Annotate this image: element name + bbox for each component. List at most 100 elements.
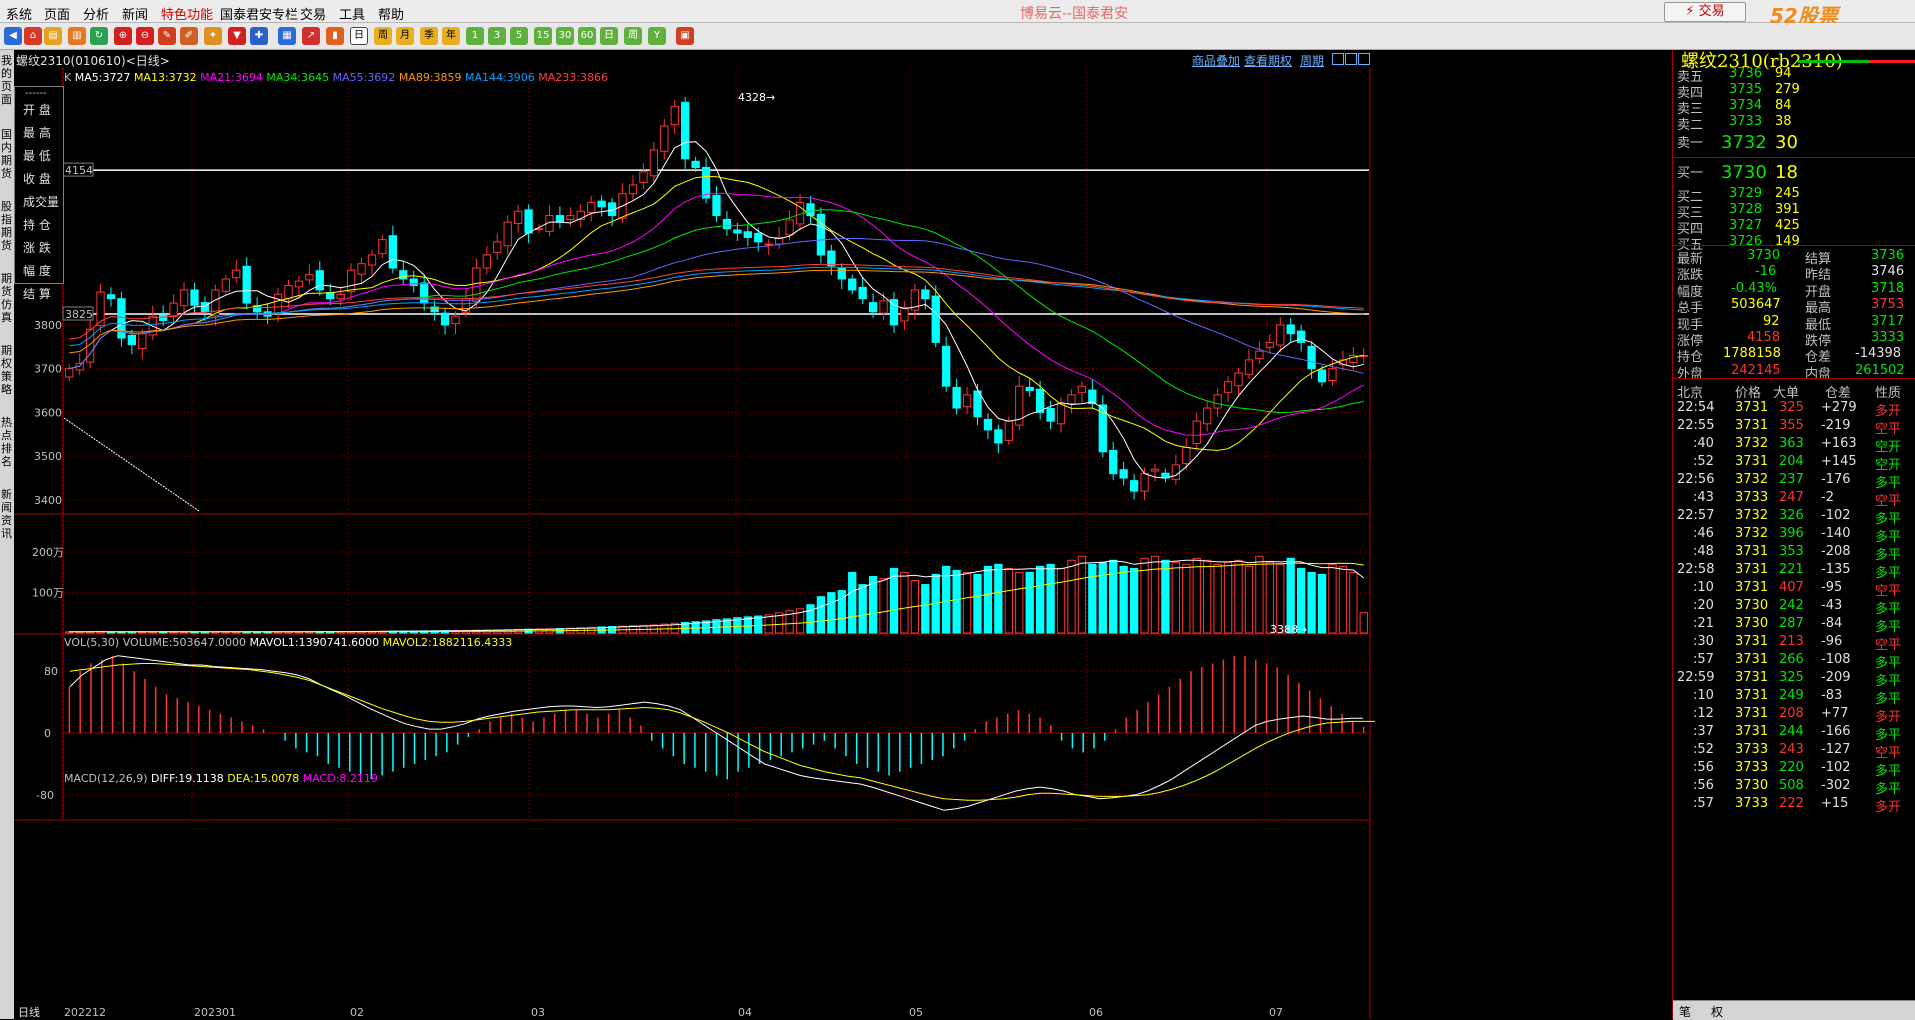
paint-icon[interactable]: ✦: [204, 27, 222, 45]
volume-bar: [900, 571, 909, 634]
filter-icon[interactable]: ▼: [228, 27, 246, 45]
candle-body: [1046, 407, 1055, 422]
brush-icon[interactable]: ✐: [180, 27, 198, 45]
menu-tools[interactable]: 工具: [339, 4, 365, 23]
x-tick-label: 04: [738, 1006, 752, 1019]
window-close-icon[interactable]: [1358, 53, 1370, 65]
candle-body: [597, 200, 606, 208]
candle-body: [232, 269, 241, 279]
volume-bar: [1025, 571, 1034, 634]
menu-news[interactable]: 新闻: [122, 4, 148, 23]
tick-row: :20 3730 242 -43 多平: [1693, 598, 1902, 617]
trade-button[interactable]: ⚡ 交易: [1664, 2, 1746, 22]
x-tick-label: 03: [531, 1006, 545, 1019]
tab-rights[interactable]: 权: [1711, 1003, 1723, 1020]
min1-icon[interactable]: 1: [466, 27, 484, 45]
candle-body: [388, 235, 398, 269]
candle-body: [1213, 394, 1222, 409]
kline-chart[interactable]: 3800 3700 3600 3500 3400 4154 3825 200万 100万 80…: [14, 68, 1670, 1019]
link-overlay[interactable]: 商品叠加: [1192, 52, 1240, 69]
candle-body: [1255, 350, 1264, 360]
tab-futures-sim[interactable]: 期货仿真: [1, 272, 13, 324]
candle-body: [649, 149, 659, 177]
menu-analysis[interactable]: 分析: [83, 4, 109, 23]
zoom-in-icon[interactable]: ⊕: [114, 27, 132, 45]
candle-body: [179, 289, 189, 307]
table-icon[interactable]: ▦: [278, 27, 296, 45]
menu-help[interactable]: 帮助: [378, 4, 404, 23]
tick-row: 22:58 3731 221 -135 多平: [1677, 562, 1902, 581]
zoom-out-icon[interactable]: ⊖: [136, 27, 154, 45]
back-icon[interactable]: ◀: [4, 27, 22, 45]
menu-trade[interactable]: 交易: [300, 4, 326, 23]
tab-my-page[interactable]: 我的页面: [1, 54, 13, 106]
month-period-icon[interactable]: 月: [396, 27, 414, 45]
high-annotation: 4328→: [738, 91, 775, 104]
tab-news[interactable]: 新闻资讯: [1, 488, 13, 540]
link-period[interactable]: 周期: [1300, 52, 1324, 69]
refresh-icon[interactable]: ↻: [90, 27, 108, 45]
x-tick-label: 202212: [64, 1006, 106, 1019]
folder-icon[interactable]: ▥: [68, 27, 86, 45]
tab-hot-rank[interactable]: 热点排名: [1, 416, 13, 468]
tick-row: :46 3732 396 -140 多平: [1693, 526, 1902, 545]
min60-icon[interactable]: 60: [578, 27, 596, 45]
volume-bar: [1359, 612, 1368, 634]
link-options[interactable]: 查看期权: [1244, 52, 1292, 69]
volume-bar: [816, 596, 826, 634]
candle-body: [681, 101, 690, 160]
menu-gtja[interactable]: 国泰君安专栏: [220, 4, 298, 23]
candle-body: [420, 282, 429, 304]
window-max-icon[interactable]: [1345, 53, 1357, 65]
tick-row: :40 3732 363 +163 空开: [1693, 436, 1902, 455]
chart-symbol: 螺纹2310(010610)<日线>: [16, 54, 170, 68]
volume-bar: [1317, 573, 1327, 634]
vol-tick-label: 200万: [32, 546, 64, 559]
volume-bar: [806, 604, 815, 634]
menu-system[interactable]: 系统: [6, 4, 32, 23]
year-period-icon[interactable]: 年: [442, 27, 460, 45]
min15-icon[interactable]: 15: [534, 27, 552, 45]
volume-bar: [1119, 565, 1128, 634]
day-icon[interactable]: 日: [600, 27, 618, 45]
alert-icon[interactable]: ✚: [250, 27, 268, 45]
y-icon[interactable]: Y: [648, 27, 666, 45]
candle-body: [952, 386, 961, 409]
kline-icon[interactable]: ▮: [326, 27, 344, 45]
tab-ticks[interactable]: 笔: [1679, 1003, 1691, 1020]
week-icon[interactable]: 周: [624, 27, 642, 45]
candle-body: [879, 300, 888, 314]
volume-bar: [1129, 567, 1139, 634]
candle-body: [513, 210, 523, 224]
tick-row: 22:57 3732 326 -102 多平: [1677, 508, 1902, 527]
day-period-icon[interactable]: 日: [350, 27, 368, 45]
tab-index-futures[interactable]: 股指期货: [1, 200, 13, 252]
tab-option-strategy[interactable]: 期权策略: [1, 344, 13, 396]
title-underline: [1798, 60, 1915, 63]
min5-icon[interactable]: 5: [510, 27, 528, 45]
min3-icon[interactable]: 3: [488, 27, 506, 45]
calc-icon[interactable]: ▣: [676, 27, 694, 45]
candle-body: [868, 302, 878, 313]
line-chart-icon[interactable]: ↗: [302, 27, 320, 45]
candle-body: [848, 278, 857, 291]
volume-bar: [1035, 565, 1045, 634]
menu-page[interactable]: 页面: [44, 4, 70, 23]
menu-special[interactable]: 特色功能: [161, 4, 213, 23]
x-tick-label: 202301: [194, 1006, 236, 1019]
window-restore-icon[interactable]: [1332, 53, 1344, 65]
volume-bar: [879, 577, 888, 634]
tab-domestic-futures[interactable]: 国内期货: [1, 128, 13, 180]
home-icon[interactable]: ⌂: [24, 27, 42, 45]
candle-body: [1004, 420, 1013, 441]
volume-bar: [1046, 563, 1055, 634]
notes-icon[interactable]: ▤: [44, 27, 62, 45]
candle-body: [106, 294, 116, 300]
quarter-period-icon[interactable]: 季: [420, 27, 438, 45]
candle-body: [1171, 464, 1181, 480]
min30-icon[interactable]: 30: [556, 27, 574, 45]
volume-bar: [1077, 555, 1087, 634]
candle-body: [1129, 480, 1139, 492]
pen-icon[interactable]: ✎: [158, 27, 176, 45]
week-period-icon[interactable]: 周: [374, 27, 392, 45]
